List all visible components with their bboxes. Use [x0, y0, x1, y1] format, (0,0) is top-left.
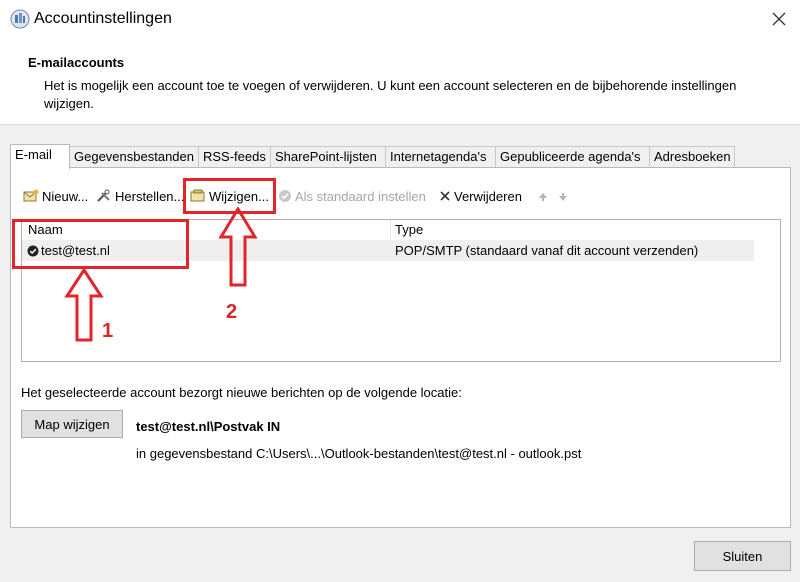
tab-address-books[interactable]: Adresboeken	[649, 146, 735, 167]
annotation-number-1: 1	[102, 320, 114, 342]
new-account-label: Nieuw...	[42, 188, 89, 204]
tab-rss-feeds[interactable]: RSS-feeds	[198, 146, 271, 167]
annotation-number-2: 2	[226, 301, 238, 323]
window-title: Accountinstellingen	[34, 10, 172, 27]
highlight-account-box	[12, 219, 189, 269]
new-mail-icon	[23, 189, 39, 202]
arrow-down-icon	[559, 193, 567, 201]
tab-data-files[interactable]: Gegevensbestanden	[69, 146, 199, 167]
remove-button[interactable]: Verwijderen	[439, 186, 522, 206]
close-dialog-button[interactable]: Sluiten	[694, 541, 791, 571]
check-circle-icon	[279, 190, 291, 202]
remove-label: Verwijderen	[454, 188, 522, 204]
new-account-button[interactable]: Nieuw...	[23, 186, 88, 206]
tab-strip: E-mail Gegevensbestanden RSS-feeds Share…	[10, 144, 735, 169]
arrow-up-icon	[539, 193, 547, 201]
remove-x-icon	[440, 191, 450, 201]
close-icon	[772, 12, 786, 26]
repair-button[interactable]: Herstellen...	[96, 186, 184, 206]
annotation-arrow-1	[64, 267, 104, 347]
change-folder-button[interactable]: Map wijzigen	[21, 410, 123, 438]
header-description: Het is mogelijk een account toe te voege…	[44, 78, 737, 111]
close-window-button[interactable]	[764, 5, 794, 33]
delivery-location-label: Het geselecteerde account bezorgt nieuwe…	[21, 385, 462, 400]
tools-icon	[97, 189, 110, 202]
tab-sharepoint-lists[interactable]: SharePoint-lijsten	[270, 146, 386, 167]
column-header-type[interactable]: Type	[395, 220, 423, 239]
app-icon	[10, 9, 30, 29]
account-type: POP/SMTP (standaard vanaf dit account ve…	[395, 243, 699, 258]
move-up-button[interactable]	[538, 190, 548, 205]
delivery-folder-path: test@test.nl\Postvak IN	[136, 419, 281, 434]
move-down-button[interactable]	[558, 190, 568, 205]
annotation-arrow-2	[218, 206, 258, 292]
column-separator	[390, 220, 391, 239]
tab-internet-calendars[interactable]: Internetagenda's	[385, 146, 496, 167]
repair-label: Herstellen...	[115, 188, 185, 204]
tab-email[interactable]: E-mail	[10, 144, 70, 169]
delivery-data-file: in gegevensbestand C:\Users\...\Outlook-…	[136, 446, 582, 461]
set-default-button[interactable]: Als standaard instellen	[278, 186, 426, 206]
set-default-label: Als standaard instellen	[295, 188, 426, 204]
header-title: E-mailaccounts	[28, 55, 125, 70]
tab-published-calendars[interactable]: Gepubliceerde agenda's	[495, 146, 650, 167]
